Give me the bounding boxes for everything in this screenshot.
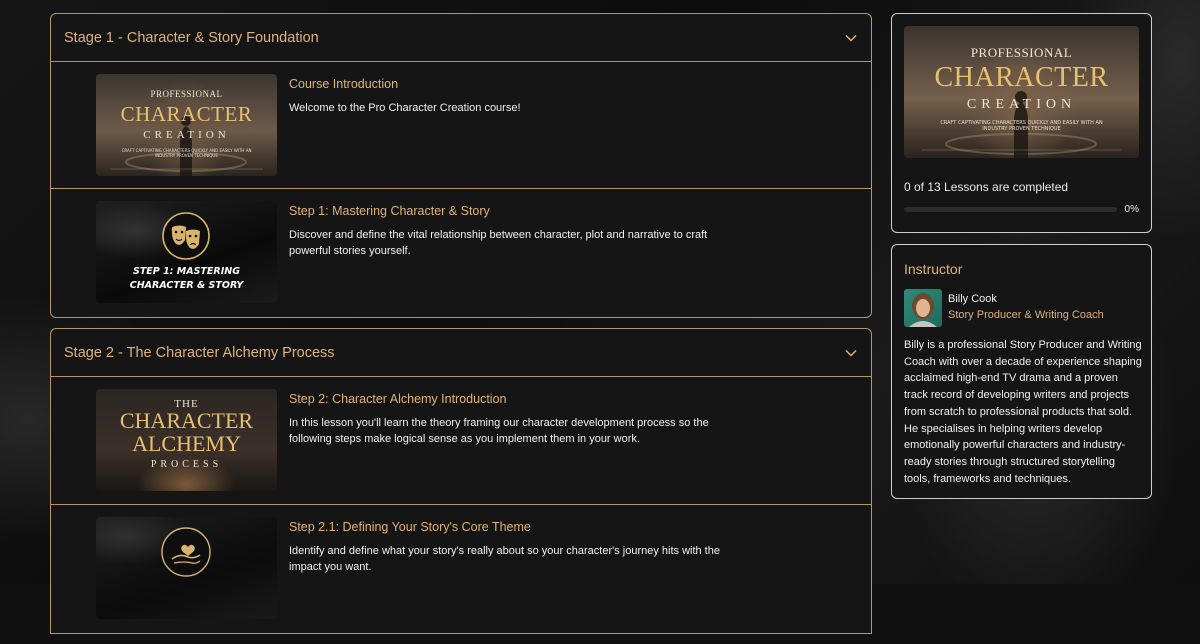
thumb-line-2: CHARACTER — [119, 408, 254, 433]
progress-bar — [904, 207, 1117, 212]
thumb-line-1: PROFESSIONAL — [150, 89, 223, 99]
avatar — [904, 289, 942, 327]
lesson-step-2-1[interactable]: Step 2.1: Defining Your Story's Core The… — [51, 505, 871, 633]
lesson-description: Identify and define what your story's re… — [289, 545, 720, 573]
lesson-thumbnail[interactable]: STEP 1: MASTERING CHARACTER & STORY — [96, 201, 277, 303]
instructor-card: Instructor Billy Cook Story Producer & W… — [891, 244, 1152, 499]
lesson-step-1[interactable]: STEP 1: MASTERING CHARACTER & STORY Step… — [51, 189, 871, 317]
thumb-tagline: CRAFT CAPTIVATING CHARACTERS QUICKLY AND… — [121, 148, 252, 158]
instructor-heading: Instructor — [904, 261, 963, 277]
hand-with-heart-icon — [161, 527, 211, 577]
thumb-line-3: ALCHEMY — [132, 431, 241, 456]
lesson-thumbnail[interactable]: PROFESSIONAL CHARACTER CREATION CRAFT CA… — [96, 74, 277, 176]
lesson-title[interactable]: Course Introduction — [289, 77, 398, 91]
lesson-thumbnail[interactable] — [96, 517, 277, 619]
course-progress-card: PROFESSIONAL CHARACTER CREATION CRAFT CA… — [891, 13, 1152, 233]
thumb-line-2: CHARACTER — [120, 102, 253, 126]
lesson-title[interactable]: Step 1: Mastering Character & Story — [289, 204, 490, 218]
lesson-description: Discover and define the vital relationsh… — [289, 229, 708, 257]
stage-1-title: Stage 1 - Character & Story Foundation — [64, 29, 319, 46]
progress-percent: 0% — [1124, 204, 1139, 215]
progress-text: 0 of 13 Lessons are completed — [904, 180, 1069, 194]
thumb-line-3: CREATION — [143, 129, 230, 141]
chevron-down-icon[interactable] — [845, 32, 857, 44]
stage-1-section: Stage 1 - Character & Story Foundation P… — [50, 13, 872, 318]
lesson-step-2[interactable]: THE CHARACTER ALCHEMY PROCESS Step 2: Ch… — [51, 377, 871, 505]
lesson-description: Welcome to the Pro Character Creation co… — [289, 102, 521, 114]
chevron-down-icon[interactable] — [845, 347, 857, 359]
lesson-title[interactable]: Step 2: Character Alchemy Introduction — [289, 392, 506, 406]
stage-1-header[interactable]: Stage 1 - Character & Story Foundation — [51, 14, 871, 62]
thumb-line-4: PROCESS — [150, 459, 223, 470]
lesson-course-introduction[interactable]: PROFESSIONAL CHARACTER CREATION CRAFT CA… — [51, 62, 871, 189]
course-content: Stage 1 - Character & Story Foundation P… — [50, 13, 872, 644]
stage-2-title: Stage 2 - The Character Alchemy Process — [64, 344, 335, 361]
instructor-bio: Billy is a professional Story Producer a… — [904, 339, 1142, 485]
course-image[interactable]: PROFESSIONAL CHARACTER CREATION CRAFT CA… — [904, 26, 1139, 158]
thumb-line-2: CHARACTER & STORY — [129, 280, 244, 291]
lesson-thumbnail[interactable]: THE CHARACTER ALCHEMY PROCESS — [96, 389, 277, 491]
instructor-role: Story Producer & Writing Coach — [948, 309, 1104, 321]
stage-2-header[interactable]: Stage 2 - The Character Alchemy Process — [51, 329, 871, 377]
stage-2-section: Stage 2 - The Character Alchemy Process … — [50, 328, 872, 634]
lesson-description: In this lesson you'll learn the theory f… — [289, 417, 709, 445]
course-image-tagline: CRAFT CAPTIVATING CHARACTERS QUICKLY AND… — [940, 120, 1103, 132]
course-image-line-1: PROFESSIONAL — [970, 45, 1073, 60]
thumb-line-1: STEP 1: MASTERING — [132, 266, 240, 277]
course-image-line-3: CREATION — [966, 97, 1077, 112]
lesson-title[interactable]: Step 2.1: Defining Your Story's Core The… — [289, 520, 531, 534]
course-image-line-2: CHARACTER — [934, 62, 1109, 93]
instructor-name: Billy Cook — [948, 293, 997, 305]
